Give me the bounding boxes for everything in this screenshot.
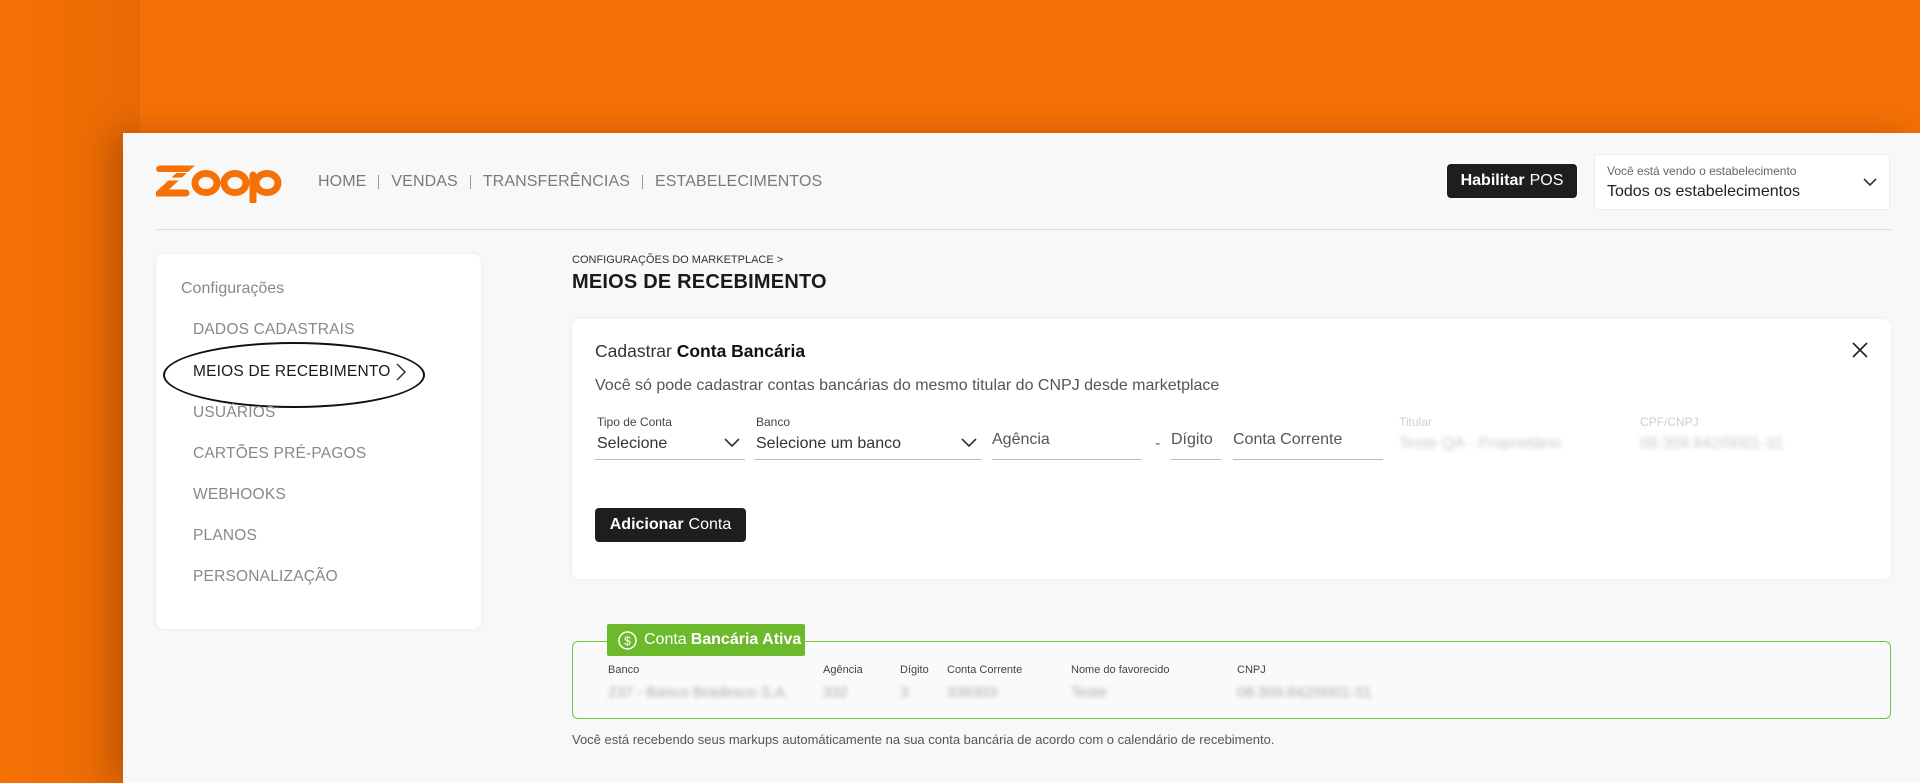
nav-home[interactable]: HOME	[318, 174, 380, 190]
account-type-value: Selecione	[597, 435, 668, 452]
chevron-down-icon	[724, 438, 740, 448]
field-underline	[754, 459, 982, 460]
chevron-down-icon	[1863, 178, 1877, 187]
active-agency-column: Agência 332	[823, 664, 863, 701]
add-account-button[interactable]: Adicionar Conta	[595, 508, 746, 542]
active-bank-value: 237 - Banco Bradesco S.A.	[608, 684, 789, 701]
holder-label: Titular	[1399, 415, 1432, 429]
active-account-tag: $ Conta Bancária Ativa	[607, 624, 805, 656]
digit-input[interactable]: Dígito	[1171, 415, 1221, 460]
active-favored-value: Teste	[1071, 684, 1107, 701]
chevron-down-icon	[961, 438, 977, 448]
header-divider	[156, 229, 1891, 230]
enable-pos-button[interactable]: Habilitar POS	[1447, 164, 1577, 198]
settings-sidebar: Configurações DADOS CADASTRAIS MEIOS DE …	[156, 254, 481, 629]
agency-input[interactable]: Agência	[992, 415, 1142, 460]
bank-value: Selecione um banco	[756, 435, 901, 452]
active-cnpj-value: 08.309.842/0001-31	[1237, 684, 1372, 701]
sidebar-item-webhooks[interactable]: WEBHOOKS	[193, 486, 286, 504]
field-underline	[595, 459, 745, 460]
active-checking-label: Conta Corrente	[947, 664, 1023, 676]
app-window: HOME VENDAS TRANSFERÊNCIAS ESTABELECIMEN…	[123, 133, 1920, 783]
nav-vendas[interactable]: VENDAS	[379, 174, 471, 190]
field-underline	[1171, 459, 1221, 460]
tag-bold: Bancária Ativa	[690, 631, 802, 648]
agency-placeholder: Agência	[992, 431, 1050, 448]
active-bank-label: Banco	[608, 664, 640, 676]
active-digit-value: 3	[900, 684, 909, 701]
active-agency-label: Agência	[823, 664, 863, 676]
form-title: Cadastrar Conta Bancária	[595, 341, 805, 362]
add-button-bold: Adicionar	[609, 516, 684, 533]
digit-placeholder: Dígito	[1171, 431, 1213, 448]
holder-field: Titular Teste QA - Proprietário	[1397, 415, 1617, 460]
nav-estabelecimentos[interactable]: ESTABELECIMENTOS	[643, 174, 834, 190]
agency-dash: -	[1155, 435, 1161, 452]
active-checking-value: 339303	[947, 684, 998, 701]
top-nav: HOME VENDAS TRANSFERÊNCIAS ESTABELECIMEN…	[318, 174, 834, 190]
receipt-footnote: Você está recebendo seus markups automát…	[572, 732, 1275, 747]
bank-label: Banco	[756, 415, 791, 429]
dollar-circle-icon: $	[618, 630, 637, 650]
bank-account-form-card: Cadastrar Conta Bancária Você só pode ca…	[572, 319, 1891, 579]
account-type-select[interactable]: Tipo de Conta Selecione	[595, 415, 745, 460]
pos-button-bold: Habilitar	[1460, 172, 1525, 189]
zoop-logo[interactable]	[156, 163, 286, 203]
nav-transferencias[interactable]: TRANSFERÊNCIAS	[471, 174, 644, 190]
active-digit-column: Dígito 3	[900, 664, 929, 701]
cpf-cnpj-field: CPF/CNPJ 08.309.842/0001-31	[1638, 415, 1858, 460]
active-cnpj-column: CNPJ 08.309.842/0001-31	[1237, 664, 1371, 701]
page-title: MEIOS DE RECEBIMENTO	[572, 271, 827, 293]
active-cnpj-label: CNPJ	[1237, 664, 1266, 676]
active-checking-column: Conta Corrente 339303	[947, 664, 1022, 701]
sidebar-item-dados-cadastrais[interactable]: DADOS CADASTRAIS	[193, 321, 355, 339]
checking-account-placeholder: Conta Corrente	[1233, 431, 1343, 448]
breadcrumb[interactable]: CONFIGURAÇÕES DO MARKETPLACE >	[572, 254, 783, 266]
form-title-prefix: Cadastrar	[595, 341, 672, 361]
sidebar-item-usuarios[interactable]: USUÁRIOS	[193, 404, 276, 422]
form-title-bold: Conta Bancária	[676, 341, 806, 361]
establishment-caption: Você está vendo o estabelecimento	[1607, 164, 1797, 178]
establishment-value: Todos os estabelecimentos	[1607, 183, 1800, 200]
active-favored-label: Nome do favorecido	[1071, 664, 1170, 676]
background	[0, 0, 140, 783]
field-underline	[992, 459, 1142, 460]
pos-button-rest: POS	[1529, 172, 1564, 189]
account-type-label: Tipo de Conta	[597, 415, 672, 429]
sidebar-item-personalizacao[interactable]: PERSONALIZAÇÃO	[193, 568, 338, 586]
svg-text:$: $	[624, 634, 631, 648]
active-digit-label: Dígito	[900, 664, 929, 676]
add-button-rest: Conta	[688, 516, 732, 533]
bank-select[interactable]: Banco Selecione um banco	[754, 415, 982, 460]
sidebar-title: Configurações	[181, 280, 285, 297]
form-subtitle: Você só pode cadastrar contas bancárias …	[595, 377, 1220, 394]
sidebar-item-cartoes-pre-pagos[interactable]: CARTÕES PRÉ-PAGOS	[193, 445, 366, 463]
tag-prefix: Conta	[644, 631, 687, 648]
sidebar-item-planos[interactable]: PLANOS	[193, 527, 257, 545]
field-underline	[1233, 459, 1383, 460]
checking-account-input[interactable]: Conta Corrente	[1233, 415, 1383, 460]
establishment-selector[interactable]: Você está vendo o estabelecimento Todos …	[1594, 154, 1890, 210]
cpf-cnpj-value: 08.309.842/0001-31	[1640, 435, 1784, 452]
active-agency-value: 332	[823, 684, 849, 701]
highlight-circle	[163, 342, 425, 408]
holder-value: Teste QA - Proprietário	[1399, 435, 1561, 452]
cpf-cnpj-label: CPF/CNPJ	[1640, 415, 1699, 429]
active-favored-column: Nome do favorecido Teste	[1071, 664, 1169, 701]
close-icon[interactable]	[1851, 341, 1869, 359]
active-bank-column: Banco 237 - Banco Bradesco S.A.	[608, 664, 789, 701]
